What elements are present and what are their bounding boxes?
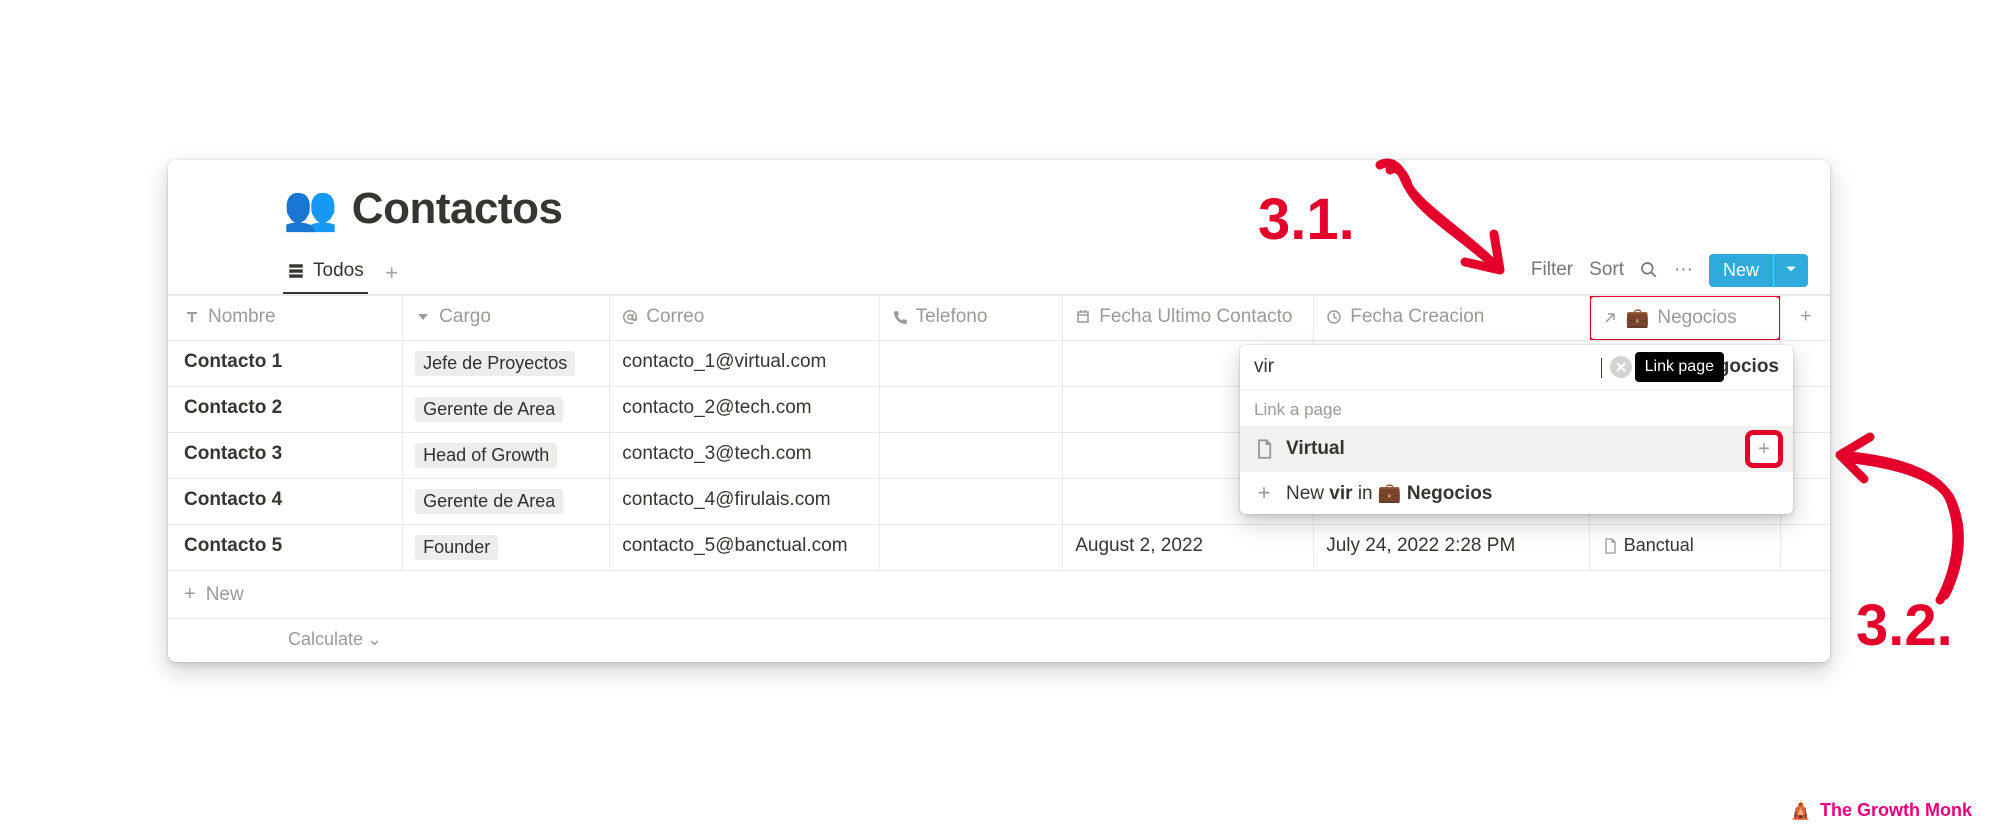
add-row-button[interactable]: +New: [168, 571, 1830, 619]
close-icon: [1616, 362, 1626, 372]
cell-name[interactable]: Contacto 2: [168, 387, 403, 433]
text-icon: [184, 309, 200, 325]
calendar-icon: [1075, 309, 1091, 325]
cell-correo[interactable]: contacto_2@tech.com: [610, 387, 879, 433]
phone-icon: [892, 309, 908, 325]
cell-telefono[interactable]: [879, 341, 1063, 387]
page-icon: [1602, 538, 1618, 554]
cell-telefono[interactable]: [879, 525, 1063, 571]
col-header-fecha-ultimo[interactable]: Fecha Ultimo Contacto: [1063, 296, 1314, 341]
new-button[interactable]: New: [1709, 254, 1808, 287]
col-header-nombre[interactable]: Nombre: [168, 296, 403, 341]
tab-label: Todos: [313, 260, 364, 282]
cell-name[interactable]: Contacto 4: [168, 479, 403, 525]
select-icon: [415, 309, 431, 325]
add-column-button[interactable]: +: [1781, 296, 1830, 341]
cell-cargo[interactable]: Gerente de Area: [403, 387, 610, 433]
cell-correo[interactable]: contacto_5@banctual.com: [610, 525, 879, 571]
calculate-button[interactable]: Calculate⌄: [168, 619, 1830, 650]
cell-cargo[interactable]: Jefe de Proyectos: [403, 341, 610, 387]
page-icon: [1254, 439, 1274, 459]
clear-search-button[interactable]: [1610, 356, 1632, 378]
link-page-tooltip: Link page: [1635, 352, 1724, 382]
table-view-icon: [287, 262, 305, 280]
brand-watermark: 🛕 The Growth Monk: [1790, 800, 1972, 821]
more-button[interactable]: ···: [1674, 259, 1693, 281]
cell-cargo[interactable]: Head of Growth: [403, 433, 610, 479]
cell-name[interactable]: Contacto 1: [168, 341, 403, 387]
search-button[interactable]: [1640, 261, 1658, 279]
plus-icon: +: [1254, 480, 1274, 506]
cell-negocios[interactable]: Banctual: [1589, 525, 1781, 571]
col-header-correo[interactable]: Correo: [610, 296, 879, 341]
create-new-in-relation[interactable]: + New vir in 💼 Negocios: [1240, 472, 1793, 514]
col-header-cargo[interactable]: Cargo: [403, 296, 610, 341]
search-icon: [1640, 261, 1658, 279]
cell-fecha-ultimo[interactable]: August 2, 2022: [1063, 525, 1314, 571]
cell-telefono[interactable]: [879, 479, 1063, 525]
page-icon[interactable]: 👥: [283, 187, 338, 231]
annotation-arrow-2: [1800, 430, 2000, 630]
cell-correo[interactable]: contacto_1@virtual.com: [610, 341, 879, 387]
cell-correo[interactable]: contacto_4@firulais.com: [610, 479, 879, 525]
cell-name[interactable]: Contacto 3: [168, 433, 403, 479]
cell-cargo[interactable]: Gerente de Area: [403, 479, 610, 525]
add-view-button[interactable]: +: [378, 259, 406, 287]
col-header-telefono[interactable]: Telefono: [879, 296, 1063, 341]
at-icon: [622, 309, 638, 325]
annotation-arrow-1: [1340, 150, 1600, 340]
brand-icon: 🛕: [1790, 800, 1812, 821]
relation-icon: [1602, 310, 1618, 326]
cell-telefono[interactable]: [879, 387, 1063, 433]
search-result-virtual[interactable]: Virtual +: [1240, 426, 1793, 472]
cell-fecha-creacion[interactable]: July 24, 2022 2:28 PM: [1314, 525, 1589, 571]
popover-section-label: Link a page: [1240, 390, 1793, 426]
relation-search-input[interactable]: vir: [1254, 356, 1600, 378]
cell-name[interactable]: Contacto 5: [168, 525, 403, 571]
chevron-down-icon: [1784, 262, 1798, 276]
new-button-label: New: [1709, 254, 1773, 287]
col-header-negocios[interactable]: 💼Negocios: [1589, 296, 1781, 341]
link-page-plus-button[interactable]: +: [1749, 434, 1779, 464]
cell-cargo[interactable]: Founder: [403, 525, 610, 571]
page-title[interactable]: Contactos: [352, 184, 563, 234]
table-row[interactable]: Contacto 5 Founder contacto_5@banctual.c…: [168, 525, 1830, 571]
tab-todos[interactable]: Todos: [283, 252, 368, 294]
new-button-dropdown[interactable]: [1773, 254, 1808, 287]
cell-telefono[interactable]: [879, 433, 1063, 479]
cell-correo[interactable]: contacto_3@tech.com: [610, 433, 879, 479]
